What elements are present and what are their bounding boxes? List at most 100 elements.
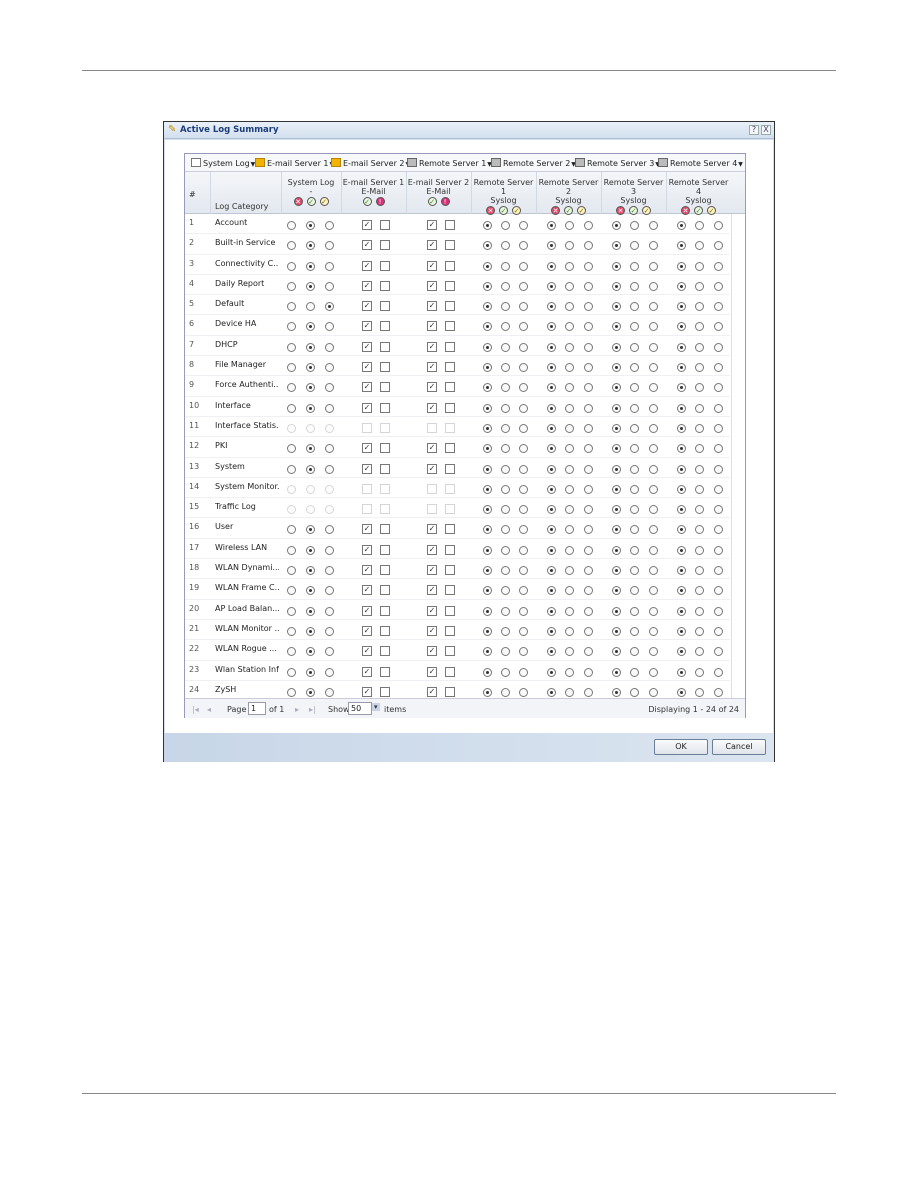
remote-server-4-radio[interactable] [695,626,704,636]
next-page-icon[interactable]: ▸ [295,705,299,714]
email-server-2-checkbox[interactable] [445,524,455,535]
remote-server-3-radio[interactable] [649,606,658,616]
remote-server-2-radio[interactable] [565,363,574,373]
remote-server-2-radio[interactable] [547,687,556,697]
remote-server-1-radio[interactable] [519,322,528,332]
remote-server-3-radio[interactable] [649,444,658,454]
remote-server-4-radio[interactable] [677,241,686,251]
email-server-1-checkbox[interactable]: ✓ [362,625,372,636]
remote-server-3-radio[interactable] [612,221,621,230]
remote-server-3-radio[interactable] [649,423,658,433]
email-server-1-checkbox[interactable] [380,382,390,393]
system-log-radio[interactable] [325,261,334,271]
remote-server-1-radio[interactable] [483,221,492,230]
system-log-radio[interactable] [306,261,315,271]
remote-server-2-radio[interactable] [547,484,556,494]
system-log-radio[interactable] [325,687,334,697]
remote-server-4-radio[interactable] [714,464,723,474]
system-log-radio[interactable] [287,545,296,555]
email-server-2-checkbox[interactable] [445,504,455,515]
email-server-2-checkbox[interactable]: ✓ [427,443,437,454]
remote-server-2-radio[interactable] [584,545,593,555]
remote-server-3-radio[interactable] [612,383,621,393]
email-server-2-checkbox[interactable]: ✓ [427,524,437,535]
remote-server-1-radio[interactable] [483,687,492,697]
remote-server-1-radio[interactable] [501,383,510,393]
email-server-1-checkbox[interactable]: ✓ [362,362,372,373]
email-server-1-checkbox[interactable]: ✓ [362,463,372,474]
remote-server-4-radio[interactable] [695,363,704,373]
remote-server-1-radio[interactable] [483,383,492,393]
email-server-2-checkbox[interactable] [445,382,455,393]
system-log-radio[interactable] [325,423,334,433]
remote-server-1-radio[interactable] [483,525,492,535]
remote-server-1-radio[interactable] [483,363,492,373]
remote-server-3-radio[interactable] [612,363,621,373]
ok-button[interactable]: OK [654,739,708,755]
remote-server-1-radio[interactable] [501,647,510,657]
remote-server-1-radio[interactable] [519,281,528,291]
email-server-2-checkbox[interactable] [445,463,455,474]
remote-server-1-radio[interactable] [483,626,492,636]
system-log-radio[interactable] [325,342,334,352]
remote-server-4-radio[interactable] [677,606,686,616]
email-server-2-checkbox[interactable]: ✓ [427,240,437,251]
email-server-2-checkbox[interactable] [445,260,455,271]
remote-server-1-radio[interactable] [519,667,528,677]
remote-server-4-radio[interactable] [677,221,686,230]
system-log-radio[interactable] [325,545,334,555]
remote-server-3-radio[interactable] [649,525,658,535]
email-server-1-checkbox[interactable]: ✓ [362,341,372,352]
remote-server-2-radio[interactable] [584,281,593,291]
system-log-radio[interactable] [325,464,334,474]
system-log-radio[interactable] [306,241,315,251]
cancel-button[interactable]: Cancel [712,739,766,755]
remote-server-4-radio[interactable] [677,383,686,393]
remote-server-2-radio[interactable] [547,322,556,332]
remote-server-3-radio[interactable] [612,241,621,251]
remote-server-3-radio[interactable] [649,687,658,697]
email-server-2-checkbox[interactable]: ✓ [427,321,437,332]
remote-server-1-radio[interactable] [501,342,510,352]
remote-server-1-radio[interactable] [501,667,510,677]
system-log-radio[interactable] [325,525,334,535]
remote-server-4-radio[interactable] [695,241,704,251]
remote-server-4-radio[interactable] [714,545,723,555]
remote-server-4-radio[interactable] [695,281,704,291]
remote-server-1-radio[interactable] [519,241,528,251]
email-server-2-checkbox[interactable] [445,422,455,433]
system-log-radio[interactable] [306,505,315,515]
remote-server-4-radio[interactable] [695,545,704,555]
remote-server-1-radio[interactable] [519,403,528,413]
remote-server-3-radio[interactable] [612,606,621,616]
remote-server-2-radio[interactable] [565,566,574,576]
remote-server-1-radio[interactable] [501,525,510,535]
remote-server-2-radio[interactable] [565,403,574,413]
remote-server-1-radio[interactable] [483,444,492,454]
system-log-radio[interactable] [306,281,315,291]
remote-server-2-radio[interactable] [547,342,556,352]
email-server-2-checkbox[interactable]: ✓ [427,301,437,312]
remote-server-3-radio[interactable] [630,464,639,474]
remote-server-4-radio[interactable] [714,525,723,535]
remote-server-3-radio[interactable] [649,261,658,271]
prev-page-icon[interactable]: ◂ [207,705,211,714]
remote-server-2-radio[interactable] [565,505,574,515]
remote-server-3-radio[interactable] [630,423,639,433]
remote-server-3-radio[interactable] [630,342,639,352]
remote-server-2-radio[interactable] [584,444,593,454]
remote-server-3-radio[interactable] [630,221,639,230]
remote-server-3-radio[interactable] [649,484,658,494]
remote-server-4-radio[interactable] [714,363,723,373]
remote-server-4-radio[interactable] [695,687,704,697]
system-log-radio[interactable] [287,423,296,433]
system-log-radio[interactable] [287,505,296,515]
remote-server-1-radio[interactable] [519,302,528,312]
system-log-radio[interactable] [306,302,315,312]
remote-server-3-radio[interactable] [630,403,639,413]
remote-server-3-radio[interactable] [649,363,658,373]
remote-server-4-radio[interactable] [714,444,723,454]
last-page-icon[interactable]: ▸| [309,705,316,714]
remote-server-4-radio[interactable] [714,302,723,312]
remote-server-3-radio[interactable] [649,302,658,312]
